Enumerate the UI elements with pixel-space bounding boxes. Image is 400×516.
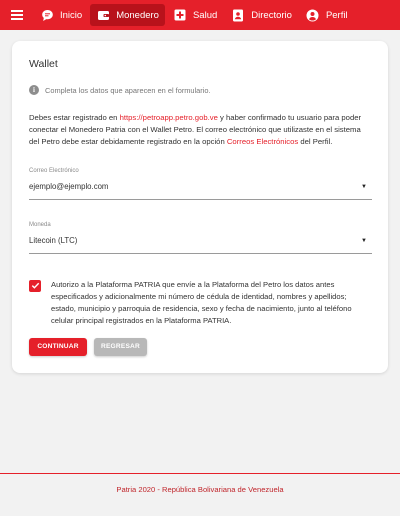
email-select-field[interactable]: Correo Electrónico ejemplo@ejemplo.com ▼ bbox=[29, 167, 372, 200]
nav-item-inicio[interactable]: Inicio bbox=[34, 4, 88, 26]
currency-field-value: Litecoin (LTC) bbox=[29, 236, 78, 246]
consent-checkbox[interactable] bbox=[29, 279, 41, 292]
correos-electronicos-link[interactable]: Correos Electrónicos bbox=[227, 137, 298, 146]
nav-label-perfil: Perfil bbox=[325, 9, 348, 21]
email-field-label: Correo Electrónico bbox=[29, 167, 79, 174]
card-title: Wallet bbox=[29, 58, 58, 70]
chat-bubble-icon bbox=[40, 8, 54, 22]
nav-label-directorio: Directorio bbox=[251, 9, 292, 21]
hint-text: Completa los datos que aparecen en el fo… bbox=[45, 85, 211, 95]
nav-item-salud[interactable]: Salud bbox=[167, 4, 223, 26]
nav-item-perfil[interactable]: Perfil bbox=[300, 4, 354, 26]
petroapp-link[interactable]: https://petroapp.petro.gob.ve bbox=[120, 113, 218, 122]
contact-card-icon bbox=[231, 8, 245, 22]
nav-label-monedero: Monedero bbox=[116, 9, 159, 21]
form-hint: i Completa los datos que aparecen en el … bbox=[29, 85, 370, 95]
checkmark-icon bbox=[31, 282, 39, 289]
wallet-form-card: Wallet i Completa los datos que aparecen… bbox=[12, 41, 388, 373]
currency-select-field[interactable]: Moneda Litecoin (LTC) ▼ bbox=[29, 221, 372, 254]
footer-divider bbox=[0, 473, 400, 474]
nav-item-directorio[interactable]: Directorio bbox=[225, 4, 298, 26]
currency-field-underline bbox=[29, 252, 372, 254]
back-button[interactable]: REGRESAR bbox=[94, 337, 147, 356]
intro-paragraph: Debes estar registrado en https://petroa… bbox=[29, 112, 373, 149]
currency-field-label: Moneda bbox=[29, 221, 51, 228]
nav-item-monedero[interactable]: Monedero bbox=[90, 4, 165, 26]
nav-label-salud: Salud bbox=[192, 9, 218, 21]
dropdown-caret-icon: ▼ bbox=[361, 183, 367, 190]
medical-cross-icon bbox=[173, 8, 187, 22]
email-field-value: ejemplo@ejemplo.com bbox=[29, 182, 109, 192]
consent-row: Autorizo a la Plataforma PATRIA que enví… bbox=[29, 279, 370, 327]
info-icon: i bbox=[29, 85, 39, 95]
dropdown-caret-icon: ▼ bbox=[361, 237, 367, 244]
continue-button[interactable]: CONTINUAR bbox=[29, 337, 87, 356]
consent-text: Autorizo a la Plataforma PATRIA que enví… bbox=[51, 279, 352, 325]
hamburger-menu-button[interactable] bbox=[0, 0, 34, 30]
intro-text-1: Debes estar registrado en bbox=[29, 113, 120, 122]
user-circle-icon bbox=[306, 8, 320, 22]
email-field-underline bbox=[29, 198, 372, 200]
intro-text-3: del Perfil. bbox=[298, 137, 333, 147]
footer-text: Patria 2020 - República Bolivariana de V… bbox=[116, 485, 284, 494]
wallet-icon bbox=[96, 8, 110, 22]
nav-label-inicio: Inicio bbox=[60, 9, 83, 21]
top-navigation-bar: Inicio Monedero Salud Directorio Perfil bbox=[0, 0, 400, 30]
form-actions: CONTINUAR REGRESAR bbox=[29, 337, 370, 356]
hamburger-icon bbox=[11, 14, 23, 16]
